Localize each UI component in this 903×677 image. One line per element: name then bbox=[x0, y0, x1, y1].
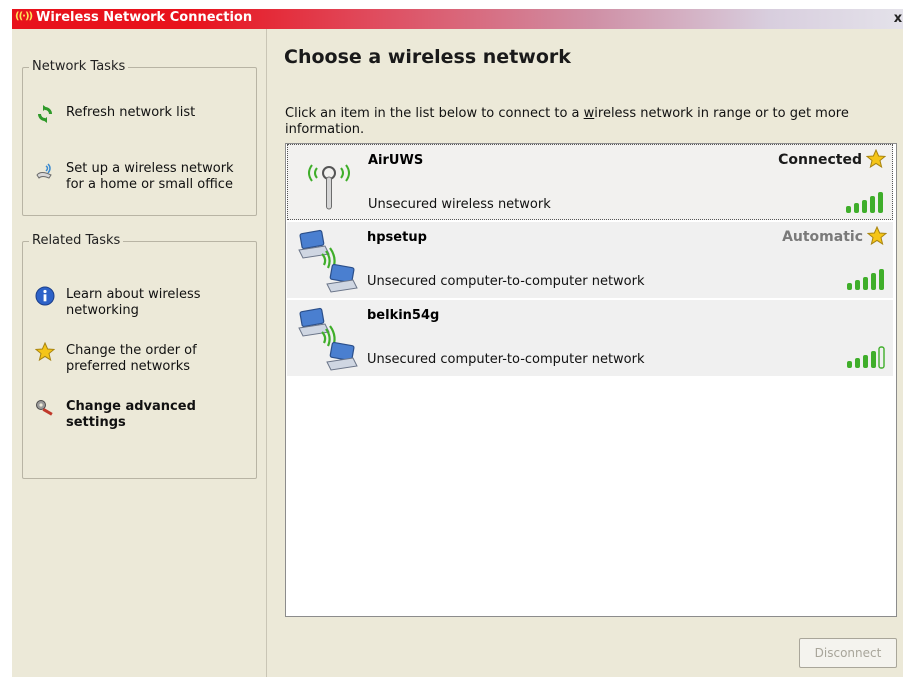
instructions-text: Click an item in the list below to conne… bbox=[285, 106, 885, 138]
change-order-preferred-label: Change the order of preferred networks bbox=[66, 343, 197, 374]
connection-status: Automatic bbox=[782, 229, 863, 245]
signal-strength-icon bbox=[847, 269, 884, 290]
related-tasks-group: Related Tasks Learn about wireless netwo… bbox=[22, 233, 257, 479]
network-security-description: Unsecured computer-to-computer network bbox=[367, 274, 645, 289]
computer-to-computer-icon bbox=[298, 229, 358, 293]
info-icon bbox=[35, 286, 55, 306]
connection-status: Connected bbox=[778, 152, 862, 168]
preferred-star-icon bbox=[866, 149, 886, 169]
network-item-hpsetup[interactable]: hpsetup Automatic Unsecured computer-to-… bbox=[287, 222, 893, 298]
network-name: belkin54g bbox=[367, 308, 440, 323]
disconnect-button[interactable]: Disconnect bbox=[799, 638, 897, 668]
instructions-accelerator: w bbox=[583, 106, 595, 121]
preferred-star-icon bbox=[867, 226, 887, 246]
wireless-connection-window: ((·)) Wireless Network Connection x Netw… bbox=[12, 9, 903, 677]
access-point-icon bbox=[308, 164, 350, 210]
refresh-icon bbox=[38, 105, 52, 123]
task-pane: Network Tasks Refresh network list Set u… bbox=[12, 29, 267, 677]
signal-strength-icon bbox=[846, 192, 883, 213]
setup-network-icon bbox=[36, 163, 52, 179]
network-item-belkin54g[interactable]: belkin54g Unsecured computer-to-computer… bbox=[287, 300, 893, 376]
network-name: AirUWS bbox=[368, 153, 424, 168]
window-title: Wireless Network Connection bbox=[36, 10, 253, 25]
computer-to-computer-icon bbox=[298, 307, 358, 371]
network-tasks-group: Network Tasks Refresh network list Set u… bbox=[22, 59, 257, 216]
title-bar[interactable]: ((·)) Wireless Network Connection x bbox=[12, 9, 903, 29]
network-security-description: Unsecured computer-to-computer network bbox=[367, 352, 645, 367]
change-advanced-settings-label: Change advanced settings bbox=[66, 399, 196, 430]
change-order-preferred-task[interactable]: Change the order of preferred networks bbox=[35, 342, 250, 378]
signal-strength-icon bbox=[847, 346, 885, 369]
related-tasks-legend: Related Tasks bbox=[29, 233, 124, 248]
star-icon bbox=[35, 342, 55, 362]
refresh-network-list-label: Refresh network list bbox=[66, 105, 196, 120]
refresh-network-list-task[interactable]: Refresh network list bbox=[35, 104, 250, 126]
change-advanced-settings-task[interactable]: Change advanced settings bbox=[35, 398, 250, 434]
main-pane: Choose a wireless network Click an item … bbox=[267, 29, 903, 677]
network-item-airuws[interactable]: AirUWS Connected Unsecured wireless netw… bbox=[287, 144, 893, 220]
learn-wireless-networking-label: Learn about wireless networking bbox=[66, 287, 201, 318]
network-name: hpsetup bbox=[367, 230, 427, 245]
tools-icon bbox=[36, 400, 53, 416]
learn-wireless-networking-task[interactable]: Learn about wireless networking bbox=[35, 286, 250, 322]
close-button[interactable]: x bbox=[891, 10, 903, 27]
page-title: Choose a wireless network bbox=[284, 46, 571, 68]
instructions-part-1: Click an item in the list below to conne… bbox=[285, 106, 584, 121]
network-list[interactable]: AirUWS Connected Unsecured wireless netw… bbox=[285, 143, 897, 617]
network-security-description: Unsecured wireless network bbox=[368, 197, 551, 212]
network-tasks-legend: Network Tasks bbox=[29, 59, 129, 74]
wireless-antenna-icon: ((·)) bbox=[15, 11, 33, 22]
setup-wireless-network-task[interactable]: Set up a wireless network for a home or … bbox=[35, 160, 250, 196]
setup-wireless-network-label: Set up a wireless network for a home or … bbox=[66, 161, 234, 192]
